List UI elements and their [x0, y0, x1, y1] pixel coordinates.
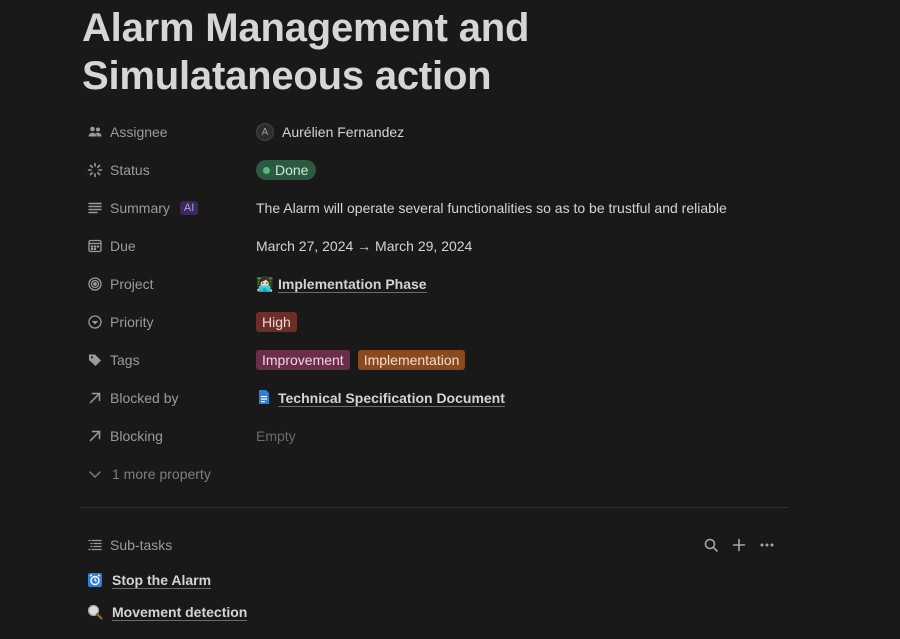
subtask-title[interactable]: Movement detection — [112, 604, 248, 621]
property-label: Blocked by — [110, 390, 179, 406]
chevron-down-icon — [86, 465, 104, 483]
property-value-summary[interactable]: The Alarm will operate several functiona… — [256, 189, 788, 227]
tag-improvement[interactable]: Improvement — [256, 350, 350, 370]
subtasks-actions — [702, 536, 776, 554]
property-name-tags[interactable]: Tags — [82, 341, 252, 379]
property-label: Status — [110, 162, 150, 178]
summary-text: The Alarm will operate several functiona… — [256, 200, 727, 216]
property-value-project[interactable]: 👩🏻‍💻 Implementation Phase — [256, 265, 788, 303]
text-lines-icon — [86, 199, 104, 217]
subtask-title[interactable]: Stop the Alarm — [112, 572, 212, 589]
subtask-item[interactable]: Stop the Alarm — [86, 571, 212, 589]
subtask-item[interactable]: Movement detection — [86, 603, 248, 621]
more-options-icon[interactable] — [758, 536, 776, 554]
properties-list: Assignee A Aurélien Fernandez Status Don… — [82, 113, 788, 455]
more-properties-label: 1 more property — [112, 466, 211, 482]
subtasks-label: Sub-tasks — [110, 537, 173, 553]
property-value-blocked-by[interactable]: Technical Specification Document — [256, 379, 788, 417]
property-blocked-by: Blocked by Technical Specification Docum… — [82, 379, 788, 417]
property-project: Project 👩🏻‍💻 Implementation Phase — [82, 265, 788, 303]
page-title[interactable]: Alarm Management and Simulataneous actio… — [82, 4, 782, 100]
property-blocking: Blocking Empty — [82, 417, 788, 455]
property-name-summary[interactable]: Summary AI — [82, 189, 252, 227]
search-icon[interactable] — [702, 536, 720, 554]
arrow-up-right-icon — [86, 427, 104, 445]
property-tags: Tags Improvement Implementation — [82, 341, 788, 379]
priority-tag[interactable]: High — [256, 312, 297, 332]
page-title-line-1: Alarm Management and — [82, 6, 530, 50]
property-value-tags[interactable]: Improvement Implementation — [256, 341, 788, 379]
calendar-icon — [86, 237, 104, 255]
status-spinner-icon — [86, 161, 104, 179]
property-status: Status Done — [82, 151, 788, 189]
property-name-project[interactable]: Project — [82, 265, 252, 303]
property-name-due[interactable]: Due — [82, 227, 252, 265]
chevron-circle-icon — [86, 313, 104, 331]
ai-badge: AI — [179, 201, 199, 215]
status-dot-icon — [263, 166, 270, 174]
property-value-priority[interactable]: High — [256, 303, 788, 341]
avatar: A — [256, 123, 274, 141]
property-label: Assignee — [110, 124, 168, 140]
property-name-assignee[interactable]: Assignee — [82, 113, 252, 151]
add-icon[interactable] — [730, 536, 748, 554]
alarm-clock-icon — [86, 571, 104, 589]
arrow-up-right-icon — [86, 389, 104, 407]
technologist-icon: 👩🏻‍💻 — [256, 275, 274, 292]
property-label: Blocking — [110, 428, 163, 444]
status-text: Done — [275, 162, 309, 178]
property-label: Tags — [110, 352, 140, 368]
property-priority: Priority High — [82, 303, 788, 341]
due-date-range: March 27, 2024 → March 29, 2024 — [256, 238, 473, 254]
property-name-priority[interactable]: Priority — [82, 303, 252, 341]
property-label: Summary — [110, 200, 170, 216]
subtasks-header[interactable]: Sub-tasks — [86, 536, 172, 554]
property-value-assignee[interactable]: A Aurélien Fernandez — [256, 113, 788, 151]
document-icon — [256, 389, 272, 408]
project-link[interactable]: Implementation Phase — [278, 276, 427, 293]
property-name-status[interactable]: Status — [82, 151, 252, 189]
property-value-due[interactable]: March 27, 2024 → March 29, 2024 — [256, 227, 788, 265]
more-properties-toggle[interactable]: 1 more property — [82, 455, 211, 493]
status-badge[interactable]: Done — [256, 160, 317, 180]
property-label: Priority — [110, 314, 154, 330]
property-label: Due — [110, 238, 136, 254]
target-icon — [86, 275, 104, 293]
people-icon — [86, 123, 104, 141]
divider — [80, 507, 788, 508]
property-name-blocked-by[interactable]: Blocked by — [82, 379, 252, 417]
property-due: Due March 27, 2024 → March 29, 2024 — [82, 227, 788, 265]
tag-implementation[interactable]: Implementation — [357, 350, 466, 370]
property-name-blocking[interactable]: Blocking — [82, 417, 252, 455]
property-summary: Summary AI The Alarm will operate severa… — [82, 189, 788, 227]
tag-icon — [86, 351, 104, 369]
property-value-status[interactable]: Done — [256, 151, 788, 189]
magnifier-icon — [86, 603, 104, 621]
blocking-empty: Empty — [256, 428, 296, 444]
property-label: Project — [110, 276, 154, 292]
list-icon — [86, 536, 104, 554]
property-assignee: Assignee A Aurélien Fernandez — [82, 113, 788, 151]
blocked-by-link[interactable]: Technical Specification Document — [278, 390, 505, 407]
page-title-line-2: Simulataneous action — [82, 54, 492, 98]
assignee-name: Aurélien Fernandez — [282, 124, 405, 140]
property-value-blocking[interactable]: Empty — [256, 417, 788, 455]
